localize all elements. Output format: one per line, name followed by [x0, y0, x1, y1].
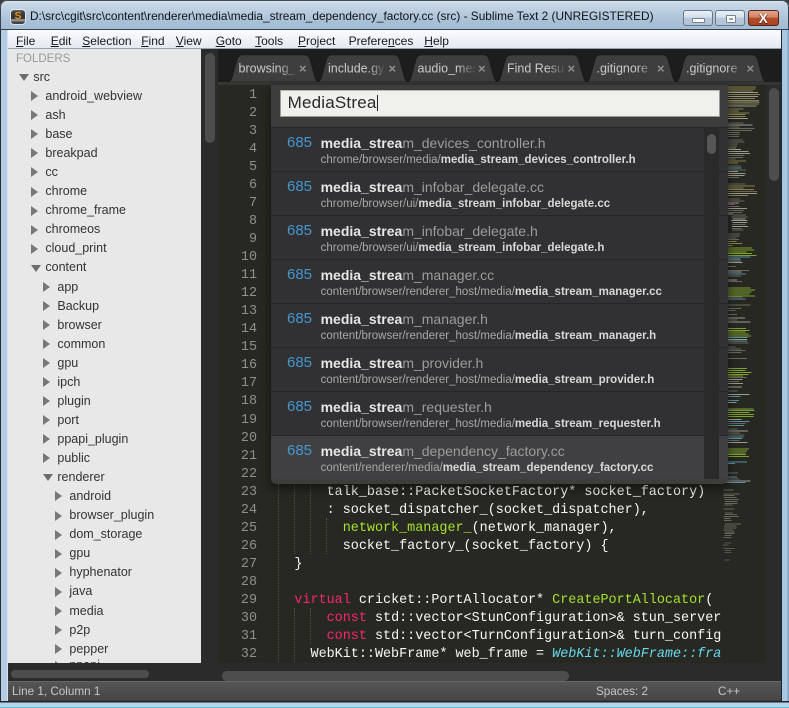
svg-text:×: ×	[568, 61, 576, 76]
svg-text:.gitignore: .gitignore	[686, 62, 737, 76]
svg-text:×: ×	[389, 61, 397, 76]
svg-text:.gitignore: .gitignore	[597, 62, 648, 76]
svg-text:browsing_: browsing_	[239, 62, 297, 76]
svg-text:Find Resul: Find Resul	[507, 62, 567, 76]
svg-text:×: ×	[478, 61, 486, 76]
svg-text:×: ×	[747, 61, 755, 76]
svg-text:audio_mes: audio_mes	[418, 62, 479, 76]
svg-text:include.gy: include.gy	[328, 62, 385, 76]
svg-text:×: ×	[299, 61, 307, 76]
svg-text:×: ×	[657, 61, 665, 76]
